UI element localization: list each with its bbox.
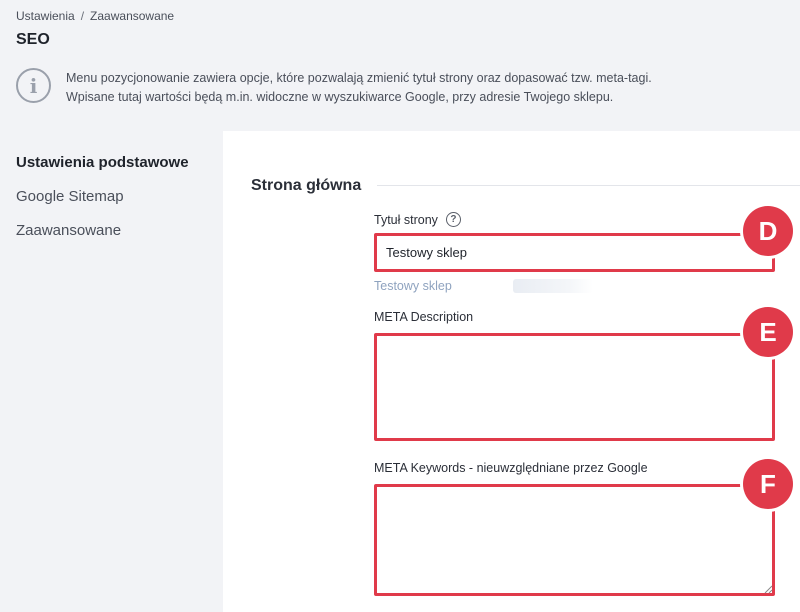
meta-description-textarea[interactable] xyxy=(374,333,775,441)
page-title-label-text: Tytuł strony xyxy=(374,212,438,227)
annotation-badge-d: D xyxy=(743,206,793,256)
help-icon[interactable]: ? xyxy=(445,212,461,227)
sidebar-item-advanced[interactable]: Zaawansowane xyxy=(16,222,121,239)
info-text-line-1: Menu pozycjonowanie zawiera opcje, które… xyxy=(66,71,652,85)
resize-grip-icon[interactable] xyxy=(763,584,773,594)
breadcrumb-item-advanced[interactable]: Zaawansowane xyxy=(90,9,174,23)
page-title-input[interactable] xyxy=(374,233,775,272)
search-preview-title: Testowy sklep xyxy=(374,279,452,293)
meta-keywords-textarea[interactable] xyxy=(374,484,775,596)
section-divider xyxy=(377,185,800,186)
meta-keywords-label: META Keywords - nieuwzględniane przez Go… xyxy=(374,461,648,475)
breadcrumb: Ustawienia / Zaawansowane xyxy=(16,9,174,23)
annotation-badge-f: F xyxy=(743,459,793,509)
page-title-label: Tytuł strony ? xyxy=(374,212,461,227)
section-title: Strona główna xyxy=(251,177,362,194)
meta-description-label: META Description xyxy=(374,310,474,324)
info-text-line-2: Wpisane tutaj wartości będą m.in. widocz… xyxy=(66,90,614,104)
breadcrumb-separator: / xyxy=(80,9,85,23)
sidebar: Ustawienia podstawowe Google Sitemap Zaa… xyxy=(0,131,223,612)
info-text: Menu pozycjonowanie zawiera opcje, które… xyxy=(66,69,652,107)
sidebar-item-google-sitemap[interactable]: Google Sitemap xyxy=(16,188,124,205)
annotation-badge-e: E xyxy=(743,307,793,357)
breadcrumb-item-settings[interactable]: Ustawienia xyxy=(16,9,75,23)
sidebar-item-basic-settings[interactable]: Ustawienia podstawowe xyxy=(16,154,189,171)
search-preview-url-blurred xyxy=(513,279,593,293)
main-panel: Strona główna Tytuł strony ? Testowy skl… xyxy=(223,131,800,612)
info-icon: i xyxy=(16,68,51,103)
page-title: SEO xyxy=(16,31,50,48)
